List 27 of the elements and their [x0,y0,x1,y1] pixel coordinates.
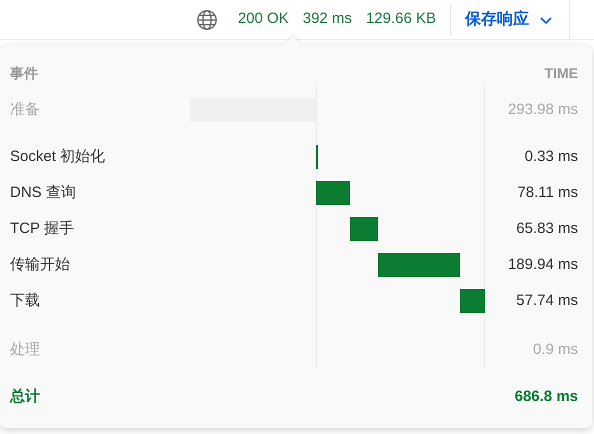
event-time: 0.9 ms [532,340,578,360]
timing-bar [316,181,350,205]
event-time: 65.83 ms [516,218,578,239]
total-label: 总计 [10,386,40,407]
total-time: 686.8 ms [514,386,578,407]
timing-bar [316,145,318,169]
event-label: Socket 初始化 [10,146,106,167]
event-time: 78.11 ms [517,182,578,203]
event-label: 处理 [10,340,40,360]
response-size: 129.66 KB [366,9,436,30]
event-label: DNS 查询 [10,182,76,203]
event-time: 0.33 ms [524,146,578,167]
status-code: 200 OK [238,9,289,30]
timing-bar [350,217,378,241]
save-response-button[interactable]: 保存响应 [465,8,553,32]
event-time: 293.98 ms [508,100,578,120]
timing-bar [460,289,485,313]
event-time: 189.94 ms [508,254,578,275]
event-label: 准备 [10,100,40,120]
event-label: TCP 握手 [10,218,74,239]
response-time[interactable]: 392 ms [302,8,352,31]
event-label: 下载 [10,290,40,311]
time-column-header: TIME [544,64,578,83]
event-time: 57.74 ms [516,290,578,311]
event-column-header: 事件 [10,64,38,83]
event-label: 传输开始 [10,254,70,275]
globe-icon [196,8,218,30]
